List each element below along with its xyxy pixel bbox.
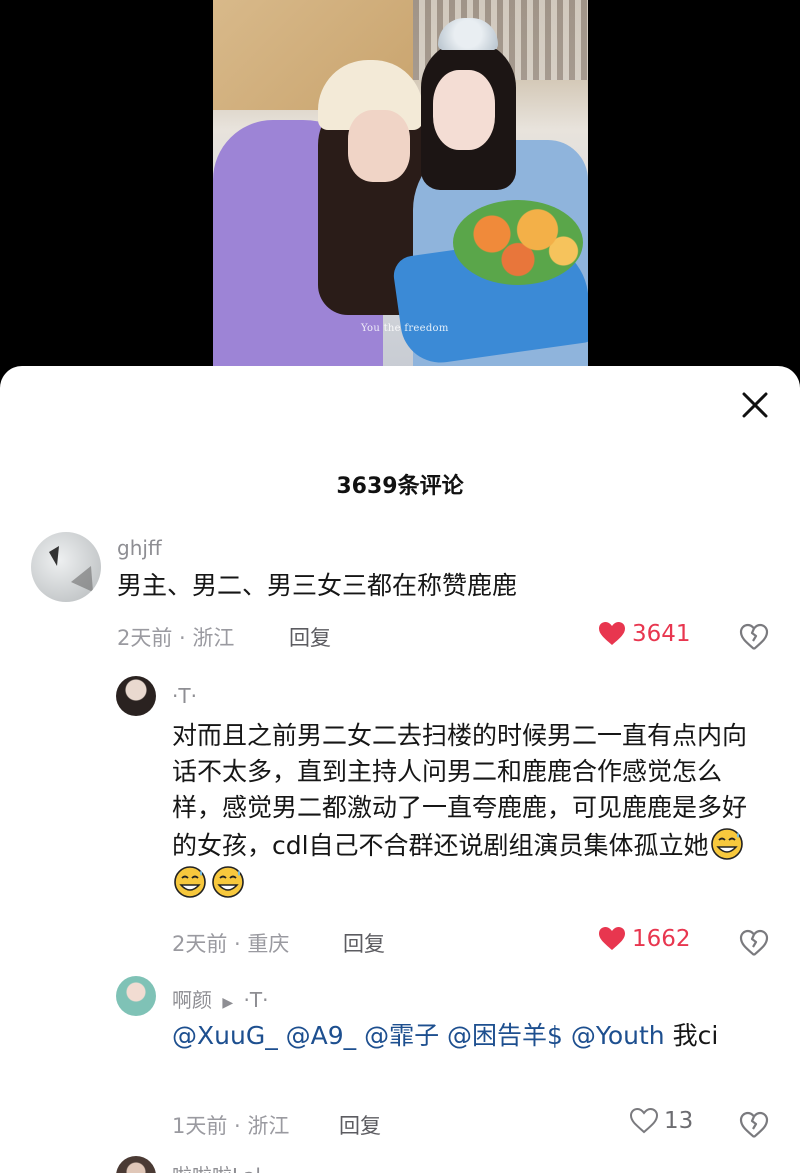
comment-text: 对而且之前男二女二去扫楼的时候男二一直有点内向话不太多，直到主持人问男二和鹿鹿合… bbox=[172, 718, 762, 902]
avatar[interactable] bbox=[31, 532, 101, 602]
person-face-left bbox=[348, 110, 410, 182]
avatar[interactable] bbox=[116, 1156, 156, 1173]
comment-username[interactable]: 啦啦啦Lal bbox=[172, 1160, 261, 1173]
broken-heart-icon bbox=[739, 623, 769, 650]
comment-text-body: 我ci bbox=[664, 1021, 719, 1050]
dislike-button[interactable] bbox=[739, 928, 769, 958]
heart-filled-icon bbox=[599, 927, 625, 950]
comment-time-location: 2天前 · 重庆 bbox=[172, 932, 290, 956]
avatar[interactable] bbox=[116, 976, 156, 1016]
video-watermark: You the freedom bbox=[361, 323, 449, 334]
username-text: 啊颜 bbox=[172, 988, 212, 1012]
broken-heart-icon bbox=[739, 1111, 769, 1138]
dislike-button[interactable] bbox=[739, 1110, 769, 1140]
person-face-right bbox=[433, 70, 495, 150]
reply-button[interactable]: 回复 bbox=[339, 1110, 381, 1140]
reply-button[interactable]: 回复 bbox=[343, 928, 385, 958]
comment-sheet: 3639条评论 ghjff 男主、男二、男三女三都在称赞鹿鹿 2天前 · 浙江 … bbox=[0, 366, 800, 1173]
sweat-smile-emoji bbox=[710, 828, 743, 860]
close-button[interactable] bbox=[740, 390, 770, 420]
reply-comment-item: ·T· 对而且之前男二女二去扫楼的时候男二一直有点内向话不太多，直到主持人问男二… bbox=[0, 672, 800, 962]
heart-filled-icon bbox=[599, 622, 625, 645]
comment-text-body: 对而且之前男二女二去扫楼的时候男二一直有点内向话不太多，直到主持人问男二和鹿鹿合… bbox=[172, 721, 748, 860]
reply-arrow-icon: ▶ bbox=[222, 995, 234, 1011]
comment-username[interactable]: 啊颜 ▶ ·T· bbox=[172, 984, 268, 1013]
like-button[interactable]: 13 bbox=[630, 1108, 693, 1134]
like-button[interactable]: 1662 bbox=[598, 926, 691, 952]
sweat-smile-emoji bbox=[174, 866, 206, 898]
video-preview[interactable]: You the freedom bbox=[213, 0, 588, 370]
reply-button[interactable]: 回复 bbox=[289, 622, 331, 652]
bouquet-flowers bbox=[453, 200, 583, 285]
mention-list[interactable]: @XuuG_ @A9_ @霏子 @困告羊$ @Youth bbox=[172, 1021, 665, 1050]
reply-to-username[interactable]: ·T· bbox=[244, 988, 269, 1012]
comment-text: 男主、男二、男三女三都在称赞鹿鹿 bbox=[117, 571, 518, 600]
comment-time-location: 2天前 · 浙江 bbox=[117, 626, 235, 650]
comment-time-location: 1天前 · 浙江 bbox=[172, 1114, 290, 1138]
sweat-smile-emoji bbox=[212, 866, 244, 898]
comment-count-title: 3639条评论 bbox=[336, 474, 464, 499]
comment-username[interactable]: ghjff bbox=[117, 536, 162, 560]
reply-comment-item: 啦啦啦Lal bbox=[0, 1156, 800, 1173]
comment-item: ghjff 男主、男二、男三女三都在称赞鹿鹿 2天前 · 浙江 回复 3641 bbox=[0, 526, 800, 656]
like-count: 1662 bbox=[632, 926, 691, 952]
heart-outline-icon bbox=[630, 1108, 658, 1134]
comment-text: @XuuG_ @A9_ @霏子 @困告羊$ @Youth 我ci bbox=[172, 1018, 762, 1054]
like-button[interactable]: 3641 bbox=[598, 621, 691, 647]
like-count: 13 bbox=[664, 1108, 694, 1134]
broken-heart-icon bbox=[739, 929, 769, 956]
like-count: 3641 bbox=[632, 621, 691, 647]
comment-username[interactable]: ·T· bbox=[172, 684, 197, 708]
reply-comment-item: 啊颜 ▶ ·T· @XuuG_ @A9_ @霏子 @困告羊$ @Youth 我c… bbox=[0, 972, 800, 1147]
avatar[interactable] bbox=[116, 676, 156, 716]
dislike-button[interactable] bbox=[739, 622, 769, 652]
close-icon bbox=[742, 392, 768, 418]
